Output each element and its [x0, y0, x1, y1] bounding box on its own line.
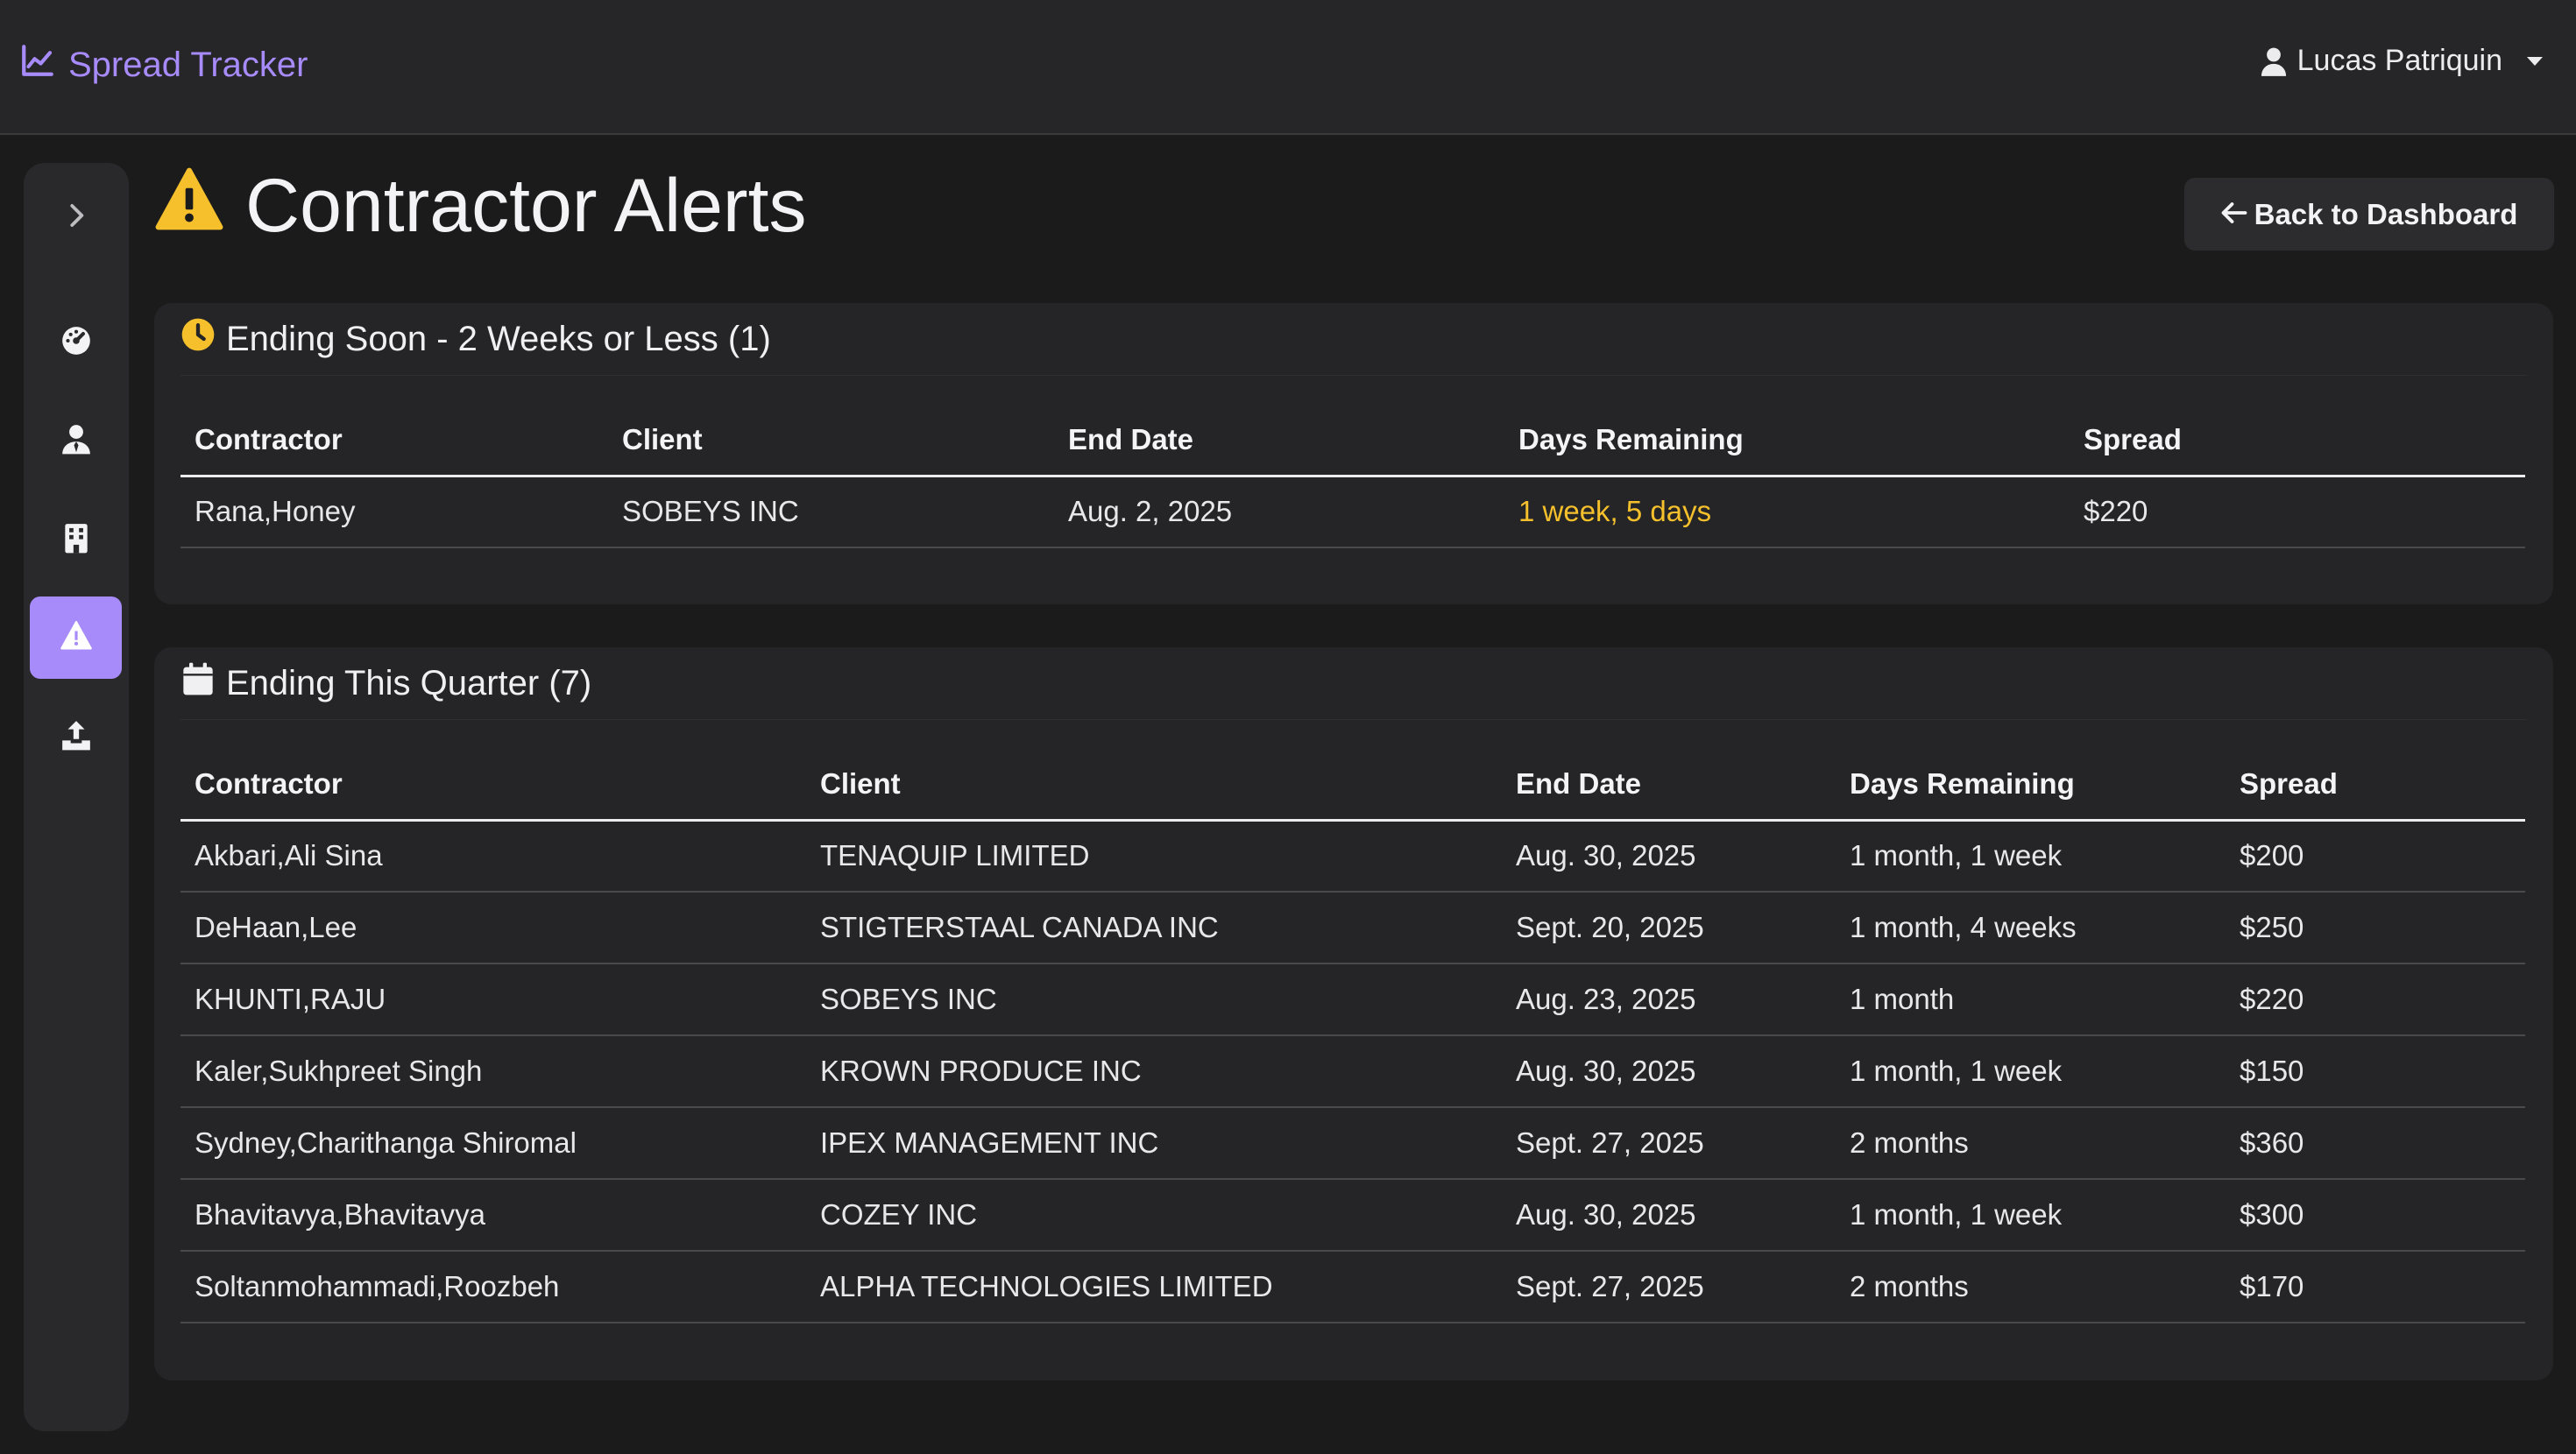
sidebar-item-contractors[interactable] [30, 399, 122, 482]
cell-contractor: Kaler,Sukhpreet Singh [180, 1035, 806, 1108]
cell-contractor: Rana,Honey [180, 476, 608, 548]
brand-link[interactable]: Spread Tracker [19, 42, 308, 88]
cell-end-date: Aug. 30, 2025 [1502, 1179, 1836, 1252]
clock-icon [180, 317, 216, 361]
top-navbar: Spread Tracker Lucas Patriquin [0, 0, 2576, 135]
cell-days-remaining: 1 month, 1 week [1836, 1035, 2226, 1108]
sidebar-item-dashboard[interactable] [30, 301, 122, 384]
cell-client: IPEX MANAGEMENT INC [806, 1107, 1502, 1180]
column-header-spread: Spread [2226, 750, 2525, 822]
cell-contractor: DeHaan,Lee [180, 892, 806, 964]
cell-spread: $300 [2226, 1179, 2525, 1252]
ending-quarter-card: Ending This Quarter (7) Contractor Clien… [154, 647, 2553, 1380]
column-header-days-remaining: Days Remaining [1504, 406, 2070, 477]
column-header-end-date: End Date [1502, 750, 1836, 822]
table-header-row: Contractor Client End Date Days Remainin… [180, 750, 2525, 822]
card-divider [180, 375, 2527, 376]
cell-contractor: Bhavitavya,Bhavitavya [180, 1179, 806, 1252]
caret-down-icon [2527, 56, 2543, 66]
cell-end-date: Aug. 30, 2025 [1502, 1035, 1836, 1108]
warning-icon [154, 163, 224, 250]
column-header-end-date: End Date [1054, 406, 1504, 477]
ending-quarter-title: Ending This Quarter (7) [226, 663, 592, 702]
chart-line-icon [19, 42, 56, 88]
column-header-contractor: Contractor [180, 406, 608, 477]
brand-name: Spread Tracker [68, 45, 308, 84]
sidebar-toggle-button[interactable] [30, 176, 122, 258]
cell-client: KROWN PRODUCE INC [806, 1035, 1502, 1108]
cell-days-remaining: 2 months [1836, 1107, 2226, 1180]
cell-contractor: Akbari,Ali Sina [180, 820, 806, 893]
user-name: Lucas Patriquin [2296, 44, 2502, 77]
cell-days-remaining: 1 month [1836, 963, 2226, 1036]
page-title: Contractor Alerts [154, 163, 806, 250]
ending-quarter-header: Ending This Quarter (7) [180, 661, 591, 705]
cell-spread: $250 [2226, 892, 2525, 964]
card-divider [180, 719, 2527, 720]
table-row: Bhavitavya,Bhavitavya COZEY INC Aug. 30,… [180, 1179, 2525, 1252]
cell-contractor: Soltanmohammadi,Roozbeh [180, 1251, 806, 1323]
warning-triangle-icon [60, 619, 93, 657]
sidebar-item-clients[interactable] [30, 498, 122, 581]
cell-end-date: Aug. 30, 2025 [1502, 820, 1836, 893]
cell-end-date: Aug. 2, 2025 [1054, 476, 1504, 548]
table-row: DeHaan,Lee STIGTERSTAAL CANADA INC Sept.… [180, 892, 2525, 964]
cell-end-date: Sept. 27, 2025 [1502, 1107, 1836, 1180]
table-row: Soltanmohammadi,Roozbeh ALPHA TECHNOLOGI… [180, 1251, 2525, 1323]
ending-soon-card: Ending Soon - 2 Weeks or Less (1) Contra… [154, 303, 2553, 604]
ending-quarter-table: Contractor Client End Date Days Remainin… [180, 750, 2525, 1323]
cell-spread: $170 [2226, 1251, 2525, 1323]
cell-client: ALPHA TECHNOLOGIES LIMITED [806, 1251, 1502, 1323]
sidebar-item-upload[interactable] [30, 695, 122, 778]
chevron-right-icon [60, 199, 93, 236]
cell-end-date: Aug. 23, 2025 [1502, 963, 1836, 1036]
user-tie-icon [60, 422, 93, 460]
page-title-text: Contractor Alerts [245, 164, 807, 248]
cell-client: TENAQUIP LIMITED [806, 820, 1502, 893]
cell-contractor: Sydney,Charithanga Shiromal [180, 1107, 806, 1180]
ending-soon-header: Ending Soon - 2 Weeks or Less (1) [180, 317, 771, 361]
column-header-client: Client [608, 406, 1054, 477]
cell-spread: $220 [2070, 476, 2525, 548]
table-row: Kaler,Sukhpreet Singh KROWN PRODUCE INC … [180, 1035, 2525, 1108]
column-header-days-remaining: Days Remaining [1836, 750, 2226, 822]
building-icon [60, 521, 93, 559]
cell-client: STIGTERSTAAL CANADA INC [806, 892, 1502, 964]
cell-spread: $360 [2226, 1107, 2525, 1180]
gauge-icon [60, 324, 93, 362]
cell-contractor: KHUNTI,RAJU [180, 963, 806, 1036]
ending-soon-table: Contractor Client End Date Days Remainin… [180, 406, 2525, 548]
sidebar-item-alerts[interactable] [30, 596, 122, 679]
cell-client: SOBEYS INC [608, 476, 1054, 548]
back-button-label: Back to Dashboard [2254, 197, 2518, 230]
table-row: KHUNTI,RAJU SOBEYS INC Aug. 23, 2025 1 m… [180, 963, 2525, 1036]
column-header-client: Client [806, 750, 1502, 822]
column-header-spread: Spread [2070, 406, 2525, 477]
cell-days-remaining: 2 months [1836, 1251, 2226, 1323]
column-header-contractor: Contractor [180, 750, 806, 822]
user-menu-dropdown[interactable]: Lucas Patriquin [2261, 44, 2543, 78]
cell-spread: $220 [2226, 963, 2525, 1036]
upload-icon [60, 718, 93, 756]
cell-days-remaining: 1 month, 1 week [1836, 1179, 2226, 1252]
cell-spread: $150 [2226, 1035, 2525, 1108]
cell-days-remaining: 1 week, 5 days [1504, 476, 2070, 548]
back-to-dashboard-button[interactable]: Back to Dashboard [2184, 178, 2554, 251]
calendar-icon [180, 661, 216, 705]
arrow-left-icon [2221, 198, 2247, 231]
cell-days-remaining: 1 month, 1 week [1836, 820, 2226, 893]
table-header-row: Contractor Client End Date Days Remainin… [180, 406, 2525, 477]
cell-spread: $200 [2226, 820, 2525, 893]
sidebar [24, 163, 129, 1431]
ending-soon-title: Ending Soon - 2 Weeks or Less (1) [226, 319, 771, 358]
table-row: Sydney,Charithanga Shiromal IPEX MANAGEM… [180, 1107, 2525, 1180]
cell-client: COZEY INC [806, 1179, 1502, 1252]
cell-end-date: Sept. 27, 2025 [1502, 1251, 1836, 1323]
user-icon [2261, 46, 2287, 76]
cell-days-remaining: 1 month, 4 weeks [1836, 892, 2226, 964]
cell-end-date: Sept. 20, 2025 [1502, 892, 1836, 964]
table-row: Akbari,Ali Sina TENAQUIP LIMITED Aug. 30… [180, 820, 2525, 893]
table-row: Rana,Honey SOBEYS INC Aug. 2, 2025 1 wee… [180, 476, 2525, 548]
cell-client: SOBEYS INC [806, 963, 1502, 1036]
